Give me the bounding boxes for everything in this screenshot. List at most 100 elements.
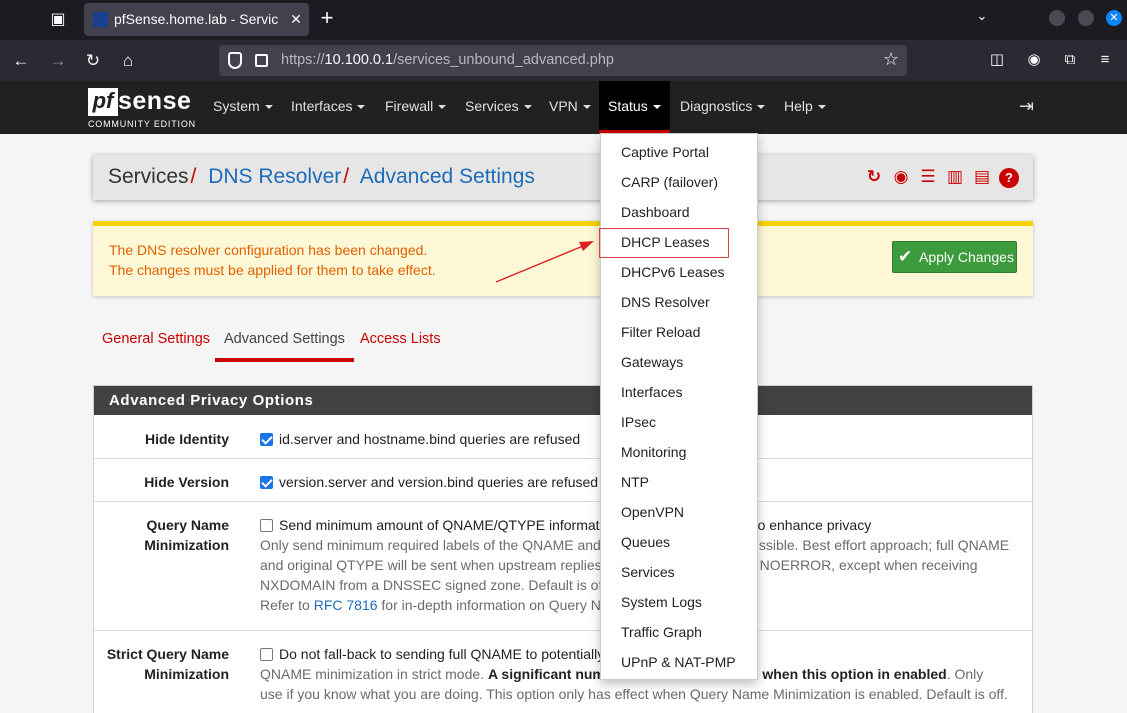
breadcrumb-advanced-settings[interactable]: Advanced Settings (360, 165, 535, 188)
reload-icon[interactable]: ↻ (80, 48, 106, 74)
shield-icon[interactable] (228, 52, 242, 69)
status-menu-item[interactable]: IPsec (621, 414, 656, 430)
tab-access-lists[interactable]: Access Lists (351, 323, 450, 355)
bookmark-star-icon[interactable]: ☆ (883, 49, 899, 70)
qname-min-checkbox[interactable] (260, 519, 273, 532)
label-hide-identity: Hide Identity (144, 431, 229, 447)
status-dropdown-menu: Captive Portal CARP (failover) Dashboard DH… (600, 133, 758, 680)
pfsense-logo[interactable]: pf sense COMMUNITY EDITION (88, 87, 198, 130)
tab-advanced-settings[interactable]: Advanced Settings (215, 323, 354, 362)
logout-icon[interactable]: ⇥ (1019, 96, 1034, 117)
browser-tab[interactable]: pfSense.home.lab - Servic ✕ (84, 3, 309, 36)
menu-status[interactable]: Status (599, 81, 670, 134)
breadcrumb-dns-resolver[interactable]: DNS Resolver (208, 165, 341, 188)
chevron-down-icon[interactable]: ⌄ (972, 8, 992, 30)
breadcrumb-actions: ↻ ◉ ☰ ▥ ▤? (857, 167, 1019, 188)
stop-icon[interactable]: ◉ (891, 167, 911, 187)
logo-pf: pf (88, 88, 118, 116)
help-line-tail: NOERROR, except when receiving (759, 557, 978, 573)
home-icon[interactable]: ⌂ (115, 48, 141, 74)
menu-label: Firewall (385, 98, 434, 114)
status-menu-item[interactable]: UPnP & NAT-PMP (621, 654, 736, 670)
status-menu-item[interactable]: NTP (621, 474, 649, 490)
help-icon[interactable]: ? (999, 168, 1019, 188)
maximize-icon[interactable] (1078, 10, 1094, 26)
account-icon[interactable]: ◉ (1023, 49, 1045, 71)
status-menu-item[interactable]: CARP (failover) (621, 174, 718, 190)
help-line: . Only (946, 666, 984, 682)
status-menu-item[interactable]: OpenVPN (621, 504, 684, 520)
logo-sense: sense (118, 87, 192, 115)
help-line: Refer to (260, 597, 314, 613)
menu-firewall[interactable]: Firewall (385, 81, 447, 134)
alert-message-2: The changes must be applied for them to … (109, 262, 436, 278)
status-menu-item[interactable]: Traffic Graph (621, 624, 702, 640)
status-menu-item[interactable]: DNS Resolver (621, 294, 710, 310)
forward-icon[interactable]: → (45, 48, 71, 74)
label-line: Minimization (144, 666, 229, 682)
hide-version-checkbox[interactable] (260, 476, 273, 489)
hide-version-text: version.server and version.bind queries … (279, 474, 599, 490)
rfc-7816-link[interactable]: RFC 7816 (314, 597, 378, 613)
menu-services[interactable]: Services (465, 81, 532, 134)
status-menu-item[interactable]: Filter Reload (621, 324, 700, 340)
strict-qname-min-checkbox[interactable] (260, 648, 273, 661)
menu-system[interactable]: System (213, 81, 273, 134)
extensions-icon[interactable]: ⧉ (1059, 49, 1081, 71)
status-menu-item[interactable]: Dashboard (621, 204, 690, 220)
row-strict-query-name-minimization: Strict Query Name Minimization Do not fa… (94, 631, 1032, 713)
back-icon[interactable]: ← (8, 48, 34, 74)
caret-down-icon (582, 105, 591, 110)
status-menu-item[interactable]: Services (621, 564, 675, 580)
sliders-icon[interactable]: ☰ (918, 167, 938, 187)
tab-overview-icon[interactable]: ▣ (44, 6, 72, 34)
section-title: Advanced Privacy Options (94, 386, 1032, 415)
help-line: and original QTYPE will be sent when ups… (260, 557, 602, 573)
label-line: Minimization (144, 537, 229, 553)
status-menu-item[interactable]: DHCPv6 Leases (621, 264, 725, 280)
menu-interfaces[interactable]: Interfaces (291, 81, 366, 134)
menu-label: Status (608, 98, 648, 114)
status-menu-item[interactable]: Captive Portal (621, 144, 709, 160)
favicon-icon (93, 12, 108, 27)
status-menu-item[interactable]: Monitoring (621, 444, 686, 460)
caret-down-icon (357, 105, 366, 110)
advanced-privacy-section: Advanced Privacy Options Hide Identity i… (93, 385, 1033, 713)
apply-label: Apply Changes (919, 249, 1014, 265)
status-menu-item[interactable]: Gateways (621, 354, 683, 370)
status-menu-item[interactable]: System Logs (621, 594, 702, 610)
breadcrumb: Services/ DNS Resolver/ Advanced Setting… (93, 155, 1033, 200)
caret-down-icon (438, 105, 447, 110)
menu-vpn[interactable]: VPN (549, 81, 591, 134)
strict-qname-min-text: Do not fall-back to sending full QNAME t… (279, 646, 605, 662)
list-icon[interactable]: ▤ (972, 167, 992, 187)
status-menu-item[interactable]: Interfaces (621, 384, 682, 400)
hide-identity-checkbox[interactable] (260, 433, 273, 446)
caret-down-icon (757, 105, 766, 110)
lock-icon[interactable] (255, 54, 268, 67)
pocket-icon[interactable]: ◫ (986, 49, 1008, 71)
chart-icon[interactable]: ▥ (945, 167, 965, 187)
new-tab-icon[interactable]: + (316, 6, 338, 32)
tab-general-settings[interactable]: General Settings (93, 323, 219, 355)
minimize-icon[interactable] (1049, 10, 1065, 26)
url-text[interactable]: https://10.100.0.1/services_unbound_adva… (281, 45, 614, 76)
tab-close-icon[interactable]: ✕ (283, 3, 309, 36)
apply-changes-button[interactable]: ✔ Apply Changes (892, 241, 1017, 273)
url-host: 10.100.0.1 (324, 52, 394, 68)
close-window-icon[interactable]: ✕ (1106, 10, 1122, 26)
caret-down-icon (264, 105, 273, 110)
menu-label: Services (465, 98, 519, 114)
help-line-tail: ssible. Best effort approach; full QNAME (758, 537, 1010, 553)
url-bar[interactable]: https://10.100.0.1/services_unbound_adva… (219, 45, 907, 76)
row-hide-identity: Hide Identity id.server and hostname.bin… (94, 415, 1032, 459)
menu-help[interactable]: Help (784, 81, 826, 134)
restart-icon[interactable]: ↻ (864, 167, 884, 187)
status-menu-item[interactable]: Queues (621, 534, 670, 550)
hide-identity-text: id.server and hostname.bind queries are … (279, 431, 581, 447)
breadcrumb-separator: / (190, 165, 197, 188)
caret-down-icon (652, 105, 661, 110)
menu-diagnostics[interactable]: Diagnostics (680, 81, 766, 134)
row-hide-version: Hide Version version.server and version.… (94, 459, 1032, 502)
menu-icon[interactable]: ≡ (1094, 49, 1116, 71)
